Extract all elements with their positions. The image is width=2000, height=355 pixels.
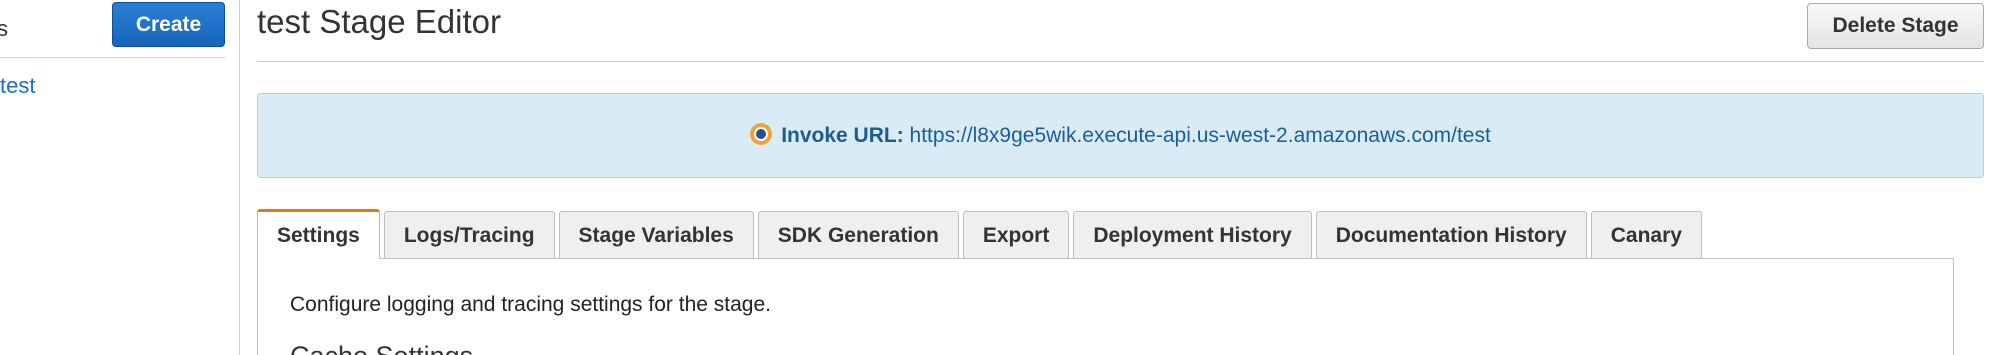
sidebar-header-fragment: s xyxy=(0,16,8,41)
sidebar-divider xyxy=(0,57,225,58)
tab-stage-variables[interactable]: Stage Variables xyxy=(558,211,754,259)
sidebar-stage-test-link[interactable]: test xyxy=(0,73,35,99)
invoke-url-link[interactable]: https://l8x9ge5wik.execute-api.us-west-2… xyxy=(910,124,1491,147)
cache-settings-heading: Cache Settings xyxy=(290,341,473,355)
title-divider xyxy=(257,61,1984,62)
invoke-url-label: Invoke URL: xyxy=(781,124,904,147)
settings-tab-panel: Configure logging and tracing settings f… xyxy=(257,258,1954,355)
stage-editor-page: s Create test test Stage Editor Delete S… xyxy=(0,0,2000,355)
tab-export[interactable]: Export xyxy=(962,211,1070,259)
target-icon xyxy=(750,123,773,145)
tab-settings[interactable]: Settings xyxy=(257,209,380,259)
page-title: test Stage Editor xyxy=(257,3,501,40)
settings-description: Configure logging and tracing settings f… xyxy=(290,293,771,316)
tab-sdk-generation[interactable]: SDK Generation xyxy=(757,211,959,259)
tab-canary[interactable]: Canary xyxy=(1590,211,1702,259)
tab-documentation-history[interactable]: Documentation History xyxy=(1315,211,1587,259)
invoke-url-banner: Invoke URL: https://l8x9ge5wik.execute-a… xyxy=(257,93,1984,178)
stages-sidebar: s Create test xyxy=(0,0,240,355)
delete-stage-button[interactable]: Delete Stage xyxy=(1807,3,1984,49)
stage-tabs: Settings Logs/Tracing Stage Variables SD… xyxy=(257,209,1706,259)
create-button[interactable]: Create xyxy=(112,2,225,47)
tab-logs-tracing[interactable]: Logs/Tracing xyxy=(383,211,555,259)
tab-deployment-history[interactable]: Deployment History xyxy=(1073,211,1312,259)
